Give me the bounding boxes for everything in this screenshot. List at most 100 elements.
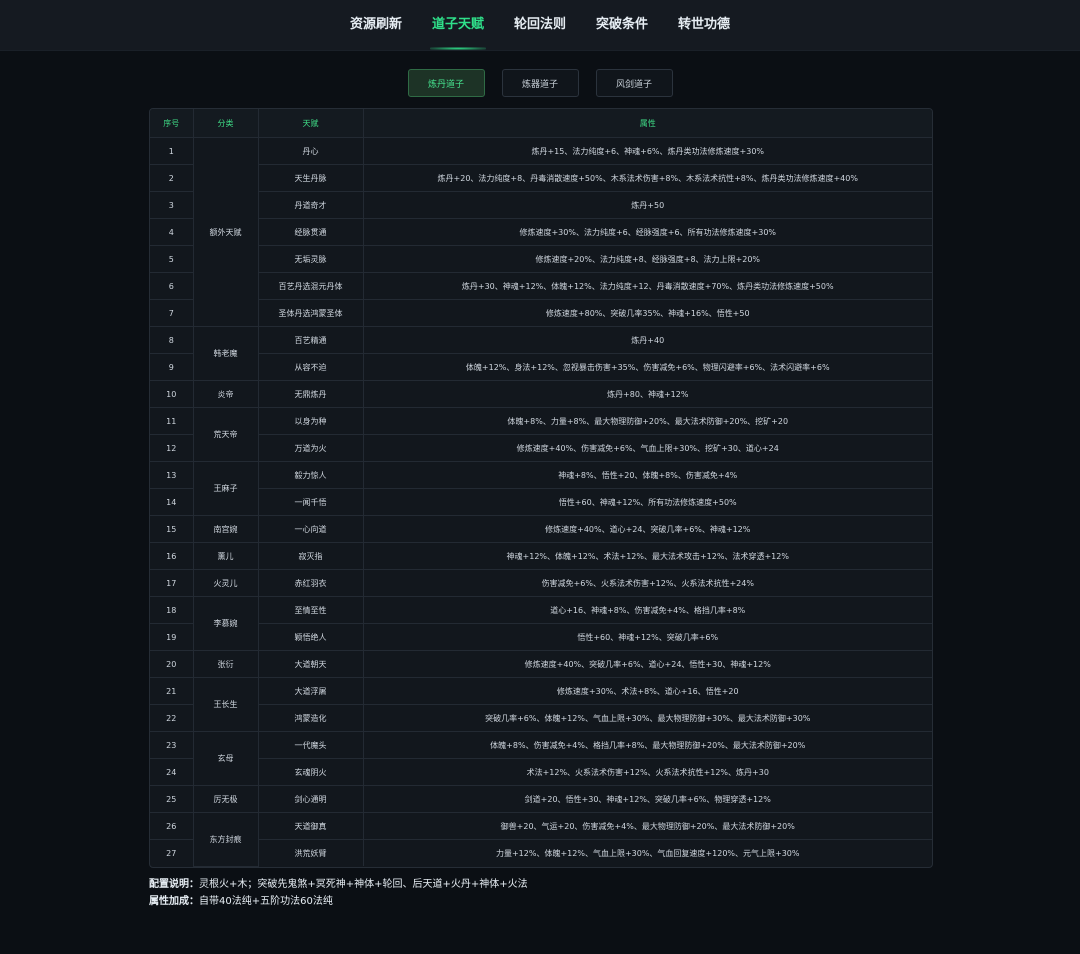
table-row: 3 丹道奇才 炼丹+50	[150, 191, 932, 219]
cell-attr: 体魄+8%、力量+8%、最大物理防御+20%、最大法术防御+20%、挖矿+20	[363, 407, 932, 435]
cell-no: 10	[150, 380, 194, 408]
table-row: 18 李慕婉 至情至性 道心+16、神魂+8%、伤害减免+4%、格挡几率+8%	[150, 596, 932, 651]
cell-no: 26	[150, 812, 194, 840]
cell-category: 韩老魔	[193, 326, 259, 381]
cell-attr: 炼丹+50	[363, 191, 932, 219]
cell-no: 20	[150, 650, 194, 678]
table-row: 24 玄魂阴火 术法+12%、火系法术伤害+12%、火系法术抗性+12%、炼丹+30	[150, 758, 932, 786]
cell-no: 16	[150, 542, 194, 570]
nav-tab-2[interactable]: 轮回法则	[499, 0, 581, 50]
cell-category: 李慕婉	[193, 596, 259, 651]
nav-tab-4[interactable]: 转世功德	[663, 0, 745, 50]
talent-table: 序号 分类 天赋 属性 1 额外天赋 丹心 炼丹+15、法力纯度+6、神魂+6%、炼丹…	[149, 108, 933, 868]
note-line: 配置说明：灵根火+木；突破先鬼煞+冥死神+神体+轮回、后天道+火丹+神体+火法	[149, 876, 528, 893]
cell-no: 9	[150, 353, 194, 381]
cell-talent: 至情至性	[258, 596, 364, 624]
top-nav: 资源刷新 道子天赋 轮回法则 突破条件 转世功德	[0, 0, 1080, 51]
cell-category: 火灵儿	[193, 569, 259, 597]
cell-talent: 以身为种	[258, 407, 364, 435]
cell-category: 厉无极	[193, 785, 259, 813]
table-row: 17 火灵儿 赤红羽衣 伤害减免+6%、火系法术伤害+12%、火系法术抗性+24%	[150, 569, 932, 597]
notes: 配置说明：灵根火+木；突破先鬼煞+冥死神+神体+轮回、后天道+火丹+神体+火法属…	[149, 876, 528, 910]
cell-no: 6	[150, 272, 194, 300]
cell-talent: 大道浮屠	[258, 677, 364, 705]
cell-no: 3	[150, 191, 194, 219]
table-row: 16 薰儿 寂灭指 神魂+12%、体魄+12%、术法+12%、最大法术攻击+12%、法…	[150, 542, 932, 570]
cell-talent: 一心向道	[258, 515, 364, 543]
cell-no: 13	[150, 461, 194, 489]
table-row: 5 无垢灵脉 修炼速度+20%、法力纯度+8、经脉强度+8、法力上限+20%	[150, 245, 932, 273]
table-row: 14 一闻千悟 悟性+60、神魂+12%、所有功法修炼速度+50%	[150, 488, 932, 516]
nav-tab-0[interactable]: 资源刷新	[335, 0, 417, 50]
cell-attr: 术法+12%、火系法术伤害+12%、火系法术抗性+12%、炼丹+30	[363, 758, 932, 786]
cell-attr: 炼丹+15、法力纯度+6、神魂+6%、炼丹类功法修炼速度+30%	[363, 137, 932, 165]
subtab-0[interactable]: 炼丹道子	[407, 69, 485, 97]
note-text: 自带40法纯+五阶功法60法纯	[199, 896, 333, 907]
cell-talent: 从容不迫	[258, 353, 364, 381]
cell-no: 15	[150, 515, 194, 543]
cell-no: 23	[150, 731, 194, 759]
cell-category: 王麻子	[193, 461, 259, 516]
note-line: 属性加成：自带40法纯+五阶功法60法纯	[149, 893, 528, 910]
table-row: 9 从容不迫 体魄+12%、身法+12%、忽视暴击伤害+35%、伤害减免+6%、物理…	[150, 353, 932, 381]
cell-talent: 经脉贯通	[258, 218, 364, 246]
cell-talent: 洪荒妖臂	[258, 839, 364, 866]
table-row: 4 经脉贯通 修炼速度+30%、法力纯度+6、经脉强度+6、所有功法修炼速度+30%	[150, 218, 932, 246]
cell-talent: 一闻千悟	[258, 488, 364, 516]
cell-attr: 炼丹+40	[363, 326, 932, 354]
cell-category: 南宫婉	[193, 515, 259, 543]
cell-category: 张衍	[193, 650, 259, 678]
cell-talent: 丹心	[258, 137, 364, 165]
cell-attr: 修炼速度+40%、道心+24、突破几率+6%、神魂+12%	[363, 515, 932, 543]
table-row: 20 张衍 大道朝天 修炼速度+40%、突破几率+6%、道心+24、悟性+30、神魂+…	[150, 650, 932, 678]
cell-talent: 剑心通明	[258, 785, 364, 813]
cell-no: 8	[150, 326, 194, 354]
cell-no: 21	[150, 677, 194, 705]
cell-attr: 修炼速度+30%、术法+8%、道心+16、悟性+20	[363, 677, 932, 705]
cell-no: 2	[150, 164, 194, 192]
nav-tab-3[interactable]: 突破条件	[581, 0, 663, 50]
header-attr: 属性	[363, 109, 932, 138]
cell-no: 11	[150, 407, 194, 435]
table-row: 15 南宫婉 一心向道 修炼速度+40%、道心+24、突破几率+6%、神魂+12%	[150, 515, 932, 543]
subtab-2[interactable]: 风剑道子	[595, 69, 673, 97]
cell-talent: 颖悟绝人	[258, 623, 364, 651]
cell-no: 12	[150, 434, 194, 462]
cell-no: 14	[150, 488, 194, 516]
cell-talent: 无鼎炼丹	[258, 380, 364, 408]
cell-category: 额外天赋	[193, 137, 259, 327]
cell-attr: 御兽+20、气运+20、伤害减免+4%、最大物理防御+20%、最大法术防御+20…	[363, 812, 932, 840]
table-row: 10 炎帝 无鼎炼丹 炼丹+80、神魂+12%	[150, 380, 932, 408]
cell-attr: 道心+16、神魂+8%、伤害减免+4%、格挡几率+8%	[363, 596, 932, 624]
cell-talent: 天道御真	[258, 812, 364, 840]
cell-talent: 无垢灵脉	[258, 245, 364, 273]
cell-attr: 体魄+8%、伤害减免+4%、格挡几率+8%、最大物理防御+20%、最大法术防御+…	[363, 731, 932, 759]
nav-tab-1[interactable]: 道子天赋	[417, 0, 499, 50]
cell-attr: 神魂+12%、体魄+12%、术法+12%、最大法术攻击+12%、法术穿透+12%	[363, 542, 932, 570]
table-row: 22 鸿蒙造化 突破几率+6%、体魄+12%、气血上限+30%、最大物理防御+30%…	[150, 704, 932, 732]
cell-category: 玄母	[193, 731, 259, 786]
cell-attr: 悟性+60、神魂+12%、所有功法修炼速度+50%	[363, 488, 932, 516]
table-row: 11 荒天帝 以身为种 体魄+8%、力量+8%、最大物理防御+20%、最大法术防御+2…	[150, 407, 932, 462]
cell-attr: 修炼速度+40%、突破几率+6%、道心+24、悟性+30、神魂+12%	[363, 650, 932, 678]
header-talent: 天赋	[258, 109, 364, 138]
header-no: 序号	[150, 109, 194, 138]
cell-no: 18	[150, 596, 194, 624]
note-label: 属性加成：	[149, 896, 199, 907]
cell-attr: 神魂+8%、悟性+20、体魄+8%、伤害减免+4%	[363, 461, 932, 489]
cell-attr: 突破几率+6%、体魄+12%、气血上限+30%、最大物理防御+30%、最大法术防…	[363, 704, 932, 732]
table-row: 8 韩老魔 百艺精通 炼丹+40	[150, 326, 932, 381]
cell-no: 19	[150, 623, 194, 651]
subtab-1[interactable]: 炼器道子	[501, 69, 579, 97]
cell-attr: 力量+12%、体魄+12%、气血上限+30%、气血回复速度+120%、元气上限+…	[495, 848, 800, 858]
table-row: 12 万道为火 修炼速度+40%、伤害减免+6%、气血上限+30%、挖矿+30、道心…	[150, 434, 932, 462]
cell-talent: 圣体丹选鸿蒙圣体	[258, 299, 364, 327]
table-row: 7 圣体丹选鸿蒙圣体 修炼速度+80%、突破几率35%、神魂+16%、悟性+50	[150, 299, 932, 327]
cell-talent: 百艺丹选混元丹体	[258, 272, 364, 300]
cell-attr: 剑道+20、悟性+30、神魂+12%、突破几率+6%、物理穿透+12%	[363, 785, 932, 813]
cell-no: 1	[150, 137, 194, 165]
table-row: 2 天生丹脉 炼丹+20、法力纯度+8、丹毒消散速度+50%、木系法术伤害+8%、木…	[150, 164, 932, 192]
cell-category: 炎帝	[193, 380, 259, 408]
cell-no: 22	[150, 704, 194, 732]
cell-talent: 百艺精通	[258, 326, 364, 354]
